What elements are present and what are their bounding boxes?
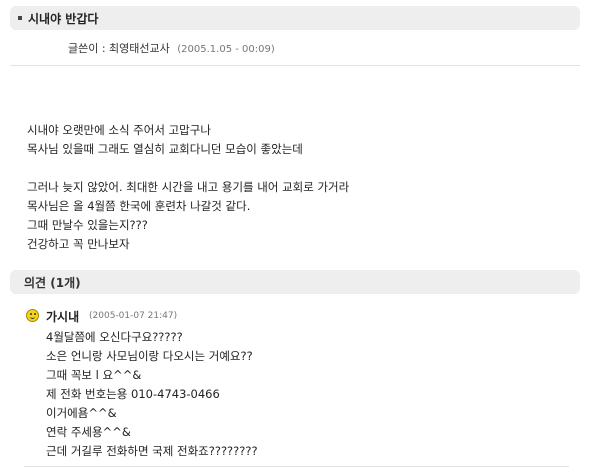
- post-body-line: 시내야 오랫만에 소식 주어서 고맙구나: [27, 123, 211, 137]
- comment-body: 4월달쯤에 오신다구요????? 소은 언니랑 사모님이랑 다오시는 거예요??…: [46, 328, 258, 461]
- post-author: 글쓴이 : 최영태선교사: [68, 42, 170, 55]
- comment-line: 이거에욤^^&: [46, 406, 117, 420]
- smiley-icon: [26, 309, 39, 322]
- post-body-line: 그러나 늦지 않았어. 최대한 시간을 내고 용기를 내어 교회로 가거라: [27, 180, 350, 194]
- divider: [10, 65, 580, 66]
- comment-line: 근데 거길루 전화하면 국제 전화죠????????: [46, 444, 258, 458]
- post-body: 시내야 오랫만에 소식 주어서 고맙구나 목사님 있을때 그래도 열심히 교회다…: [27, 121, 349, 254]
- comment-author: 가시내: [46, 310, 80, 324]
- comment-line: 그때 꼭보 l 요^^&: [46, 368, 142, 382]
- post-body-line: [27, 159, 349, 178]
- comment-line: 4월달쯤에 오신다구요?????: [46, 330, 183, 344]
- post-body-line: 건강하고 꼭 만나보자: [27, 237, 130, 251]
- post-title: 시내야 반갑다: [28, 12, 99, 26]
- post-date: (2005.1.05 - 00:09): [177, 44, 275, 55]
- post-title-bar: 시내야 반갑다: [10, 6, 580, 30]
- post-body-line: 그때 만날수 있을는지???: [27, 218, 148, 232]
- post-body-line: 목사님 있을때 그래도 열심히 교회다니던 모습이 좋았는데: [27, 142, 303, 156]
- post-meta: 글쓴이 : 최영태선교사 (2005.1.05 - 00:09): [68, 40, 275, 56]
- comment-date: (2005-01-07 21:47): [89, 311, 178, 321]
- comments-header: 의견 (1개): [24, 276, 81, 290]
- comment-line: 제 전화 번호는용 010-4743-0466: [46, 387, 220, 401]
- bullet-icon: [18, 16, 22, 20]
- divider: [24, 466, 569, 467]
- post-body-line: 목사님은 올 4월쯤 한국에 훈련차 나갈것 같다.: [27, 199, 251, 213]
- comment-line: 연락 주세용^^&: [46, 425, 131, 439]
- comments-header-bar: 의견 (1개): [10, 270, 580, 294]
- comment-line: 소은 언니랑 사모님이랑 다오시는 거예요??: [46, 349, 253, 363]
